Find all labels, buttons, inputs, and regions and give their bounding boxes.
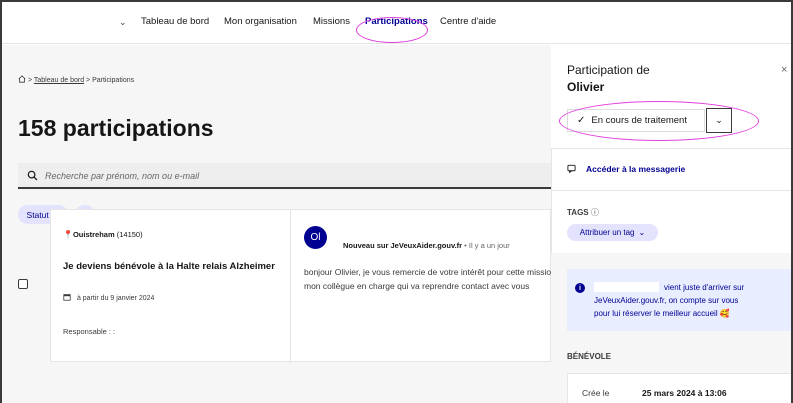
chevron-down-icon[interactable]: ⌄ — [119, 17, 127, 28]
card-divider — [290, 210, 291, 363]
location-pin-icon: 📍 — [63, 230, 73, 239]
messaging-link[interactable]: Accéder à la messagerie — [567, 164, 685, 174]
info-icon[interactable]: ⓘ — [591, 208, 599, 217]
message-header: Nouveau sur JeVeuxAider.gouv.fr • Il y a… — [343, 241, 510, 250]
panel-title: Participation de — [567, 63, 650, 77]
row-checkbox[interactable] — [18, 279, 28, 289]
panel-divider — [551, 148, 791, 149]
info-line: JeVeuxAider.gouv.fr, on compte sur vous — [594, 296, 739, 305]
breadcrumb-current: Participations — [92, 77, 135, 84]
breadcrumb: > Tableau de bord > Participations — [18, 75, 134, 84]
breadcrumb-separator: > — [86, 77, 91, 84]
tags-label: TAGS ⓘ — [567, 207, 599, 218]
info-icon: i — [575, 283, 585, 293]
message-sender: Nouveau sur JeVeuxAider.gouv.fr — [343, 241, 463, 250]
highlight-ring-status — [559, 101, 759, 141]
created-row: Crée le 25 mars 2024 à 13:06 — [567, 373, 791, 403]
participation-card[interactable]: 📍Ouistreham (14150) Je deviens bénévole … — [50, 209, 552, 363]
message-preview[interactable]: bonjour Olivier, je vous remercie de vot… — [304, 265, 552, 293]
search-icon — [27, 170, 38, 181]
nav-item-mon-organisation[interactable]: Mon organisation — [224, 16, 297, 27]
close-icon[interactable]: × — [781, 64, 787, 76]
messaging-link-label: Accéder à la messagerie — [586, 164, 686, 174]
home-icon[interactable] — [18, 75, 26, 83]
nav-item-tableau-de-bord[interactable]: Tableau de bord — [141, 16, 209, 27]
app-frame: ⌄ Tableau de bord Mon organisation Missi… — [0, 0, 793, 403]
created-label: Crée le — [582, 388, 610, 398]
chevron-down-icon: ⌄ — [638, 228, 646, 237]
nav-item-missions[interactable]: Missions — [313, 16, 350, 27]
breadcrumb-link-tableau-de-bord[interactable]: Tableau de bord — [34, 77, 84, 84]
message-dot: • — [464, 241, 467, 250]
location-city: Ouistreham — [72, 230, 115, 239]
message-time: Il y a un jour — [468, 241, 510, 250]
info-line: vient juste d'arriver sur — [664, 283, 745, 292]
search-bar[interactable] — [18, 163, 551, 189]
page-title: 158 participations — [18, 115, 214, 141]
calendar-icon — [63, 294, 71, 301]
assign-tag-label: Attribuer un tag — [579, 228, 635, 237]
message-line: mon collègue en charge qui va reprendre … — [304, 281, 530, 291]
mission-date-text: à partir du 9 janvier 2024 — [76, 295, 155, 302]
avatar: Ol — [304, 226, 327, 249]
mission-location: 📍Ouistreham (14150) — [63, 230, 143, 239]
panel-volunteer-name: Olivier — [567, 80, 605, 94]
tags-label-text: TAGS — [567, 208, 589, 217]
location-postcode: (14150) — [116, 230, 143, 239]
message-line: bonjour Olivier, je vous remercie de vot… — [304, 267, 552, 277]
created-value: 25 mars 2024 à 13:06 — [642, 388, 727, 398]
volunteer-section-label: BÉNÉVOLE — [567, 352, 612, 361]
welcome-info-text: vient juste d'arriver sur JeVeuxAider.go… — [594, 281, 784, 320]
search-input[interactable] — [45, 167, 525, 185]
nav-item-centre-aide[interactable]: Centre d'aide — [440, 16, 496, 27]
breadcrumb-separator: > — [27, 77, 33, 84]
highlight-ring-participations — [356, 17, 428, 43]
panel-divider — [551, 190, 791, 191]
mission-date: à partir du 9 janvier 2024 — [63, 293, 154, 302]
status-filter-label: Statut — [26, 209, 49, 220]
info-line: pour lui réserver le meilleur accueil 🥰 — [594, 309, 730, 318]
mission-title[interactable]: Je deviens bénévole à la Halte relais Al… — [63, 261, 275, 272]
assign-tag-button[interactable]: Attribuer un tag ⌄ — [567, 224, 658, 241]
mission-responsable: Responsable : : — [63, 327, 116, 336]
chat-icon — [567, 164, 576, 173]
